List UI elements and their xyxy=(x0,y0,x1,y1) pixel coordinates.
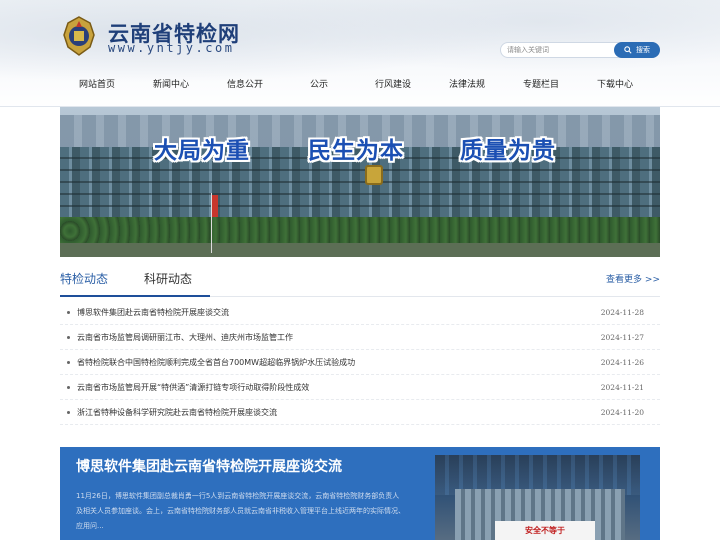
banner-ground xyxy=(60,243,660,257)
news-date: 2024-11-28 xyxy=(600,307,644,317)
nav-item-news[interactable]: 新闻中心 xyxy=(134,74,208,96)
tab-research-news[interactable]: 科研动态 xyxy=(144,270,192,287)
featured-news-title[interactable]: 博思软件集团赴云南省特检院开展座谈交流 xyxy=(76,456,342,476)
featured-news-image[interactable]: 安全不等于 xyxy=(435,455,640,540)
news-title[interactable]: 浙江省特种设备科学研究院赴云南省特检院开展座谈交流 xyxy=(77,407,277,418)
news-title[interactable]: 云南省市场监管局调研丽江市、大理州、迪庆州市场监管工作 xyxy=(77,332,293,343)
flag-icon xyxy=(212,195,218,217)
building-emblem-icon xyxy=(365,165,383,185)
featured-news[interactable]: 博思软件集团赴云南省特检院开展座谈交流 11月26日，博思软件集团副总裁肖勇一行… xyxy=(60,447,660,540)
news-date: 2024-11-20 xyxy=(600,407,644,417)
news-date: 2024-11-26 xyxy=(600,357,644,367)
bullet-icon xyxy=(67,361,70,364)
list-item[interactable]: 云南省市场监管局开展“特供酒”清源打链专项行动取得阶段性成效 2024-11-2… xyxy=(60,375,660,400)
list-item[interactable]: 博思软件集团赴云南省特检院开展座谈交流 2024-11-28 xyxy=(60,300,660,325)
active-tab-underline xyxy=(60,295,210,297)
nav-item-downloads[interactable]: 下载中心 xyxy=(578,74,652,96)
list-item[interactable]: 云南省市场监管局调研丽江市、大理州、迪庆州市场监管工作 2024-11-27 xyxy=(60,325,660,350)
nav-item-notice[interactable]: 公示 xyxy=(282,74,356,96)
logo-emblem-icon[interactable] xyxy=(60,15,98,57)
main-nav: 网站首页 新闻中心 信息公开 公示 行风建设 法律法规 专题栏目 下载中心 xyxy=(60,74,660,96)
hero-banner[interactable]: 大局为重 民生为本 质量为贵 xyxy=(60,107,660,257)
news-list: 博思软件集团赴云南省特检院开展座谈交流 2024-11-28 云南省市场监管局调… xyxy=(60,300,660,425)
search-input[interactable] xyxy=(507,43,607,57)
nav-item-disclosure[interactable]: 信息公开 xyxy=(208,74,282,96)
search-box: 搜索 xyxy=(500,42,660,58)
bullet-icon xyxy=(67,311,70,314)
search-button-label: 搜索 xyxy=(636,46,650,54)
banner-slogan-3: 质量为贵 xyxy=(460,138,556,164)
banner-slogan-1: 大局为重 xyxy=(154,138,250,164)
tab-inspection-news[interactable]: 特检动态 xyxy=(60,270,108,287)
list-item[interactable]: 省特检院联合中国特检院顺利完成全省首台700MW超超临界锅炉水压试验成功 202… xyxy=(60,350,660,375)
banner-slogan-2: 民生为本 xyxy=(308,138,404,164)
news-date: 2024-11-27 xyxy=(600,332,644,342)
search-button[interactable]: 搜索 xyxy=(614,42,660,58)
list-item[interactable]: 浙江省特种设备科学研究院赴云南省特检院开展座谈交流 2024-11-20 xyxy=(60,400,660,425)
nav-item-home[interactable]: 网站首页 xyxy=(60,74,134,96)
bullet-icon xyxy=(67,386,70,389)
nav-item-laws[interactable]: 法律法规 xyxy=(430,74,504,96)
news-title[interactable]: 云南省市场监管局开展“特供酒”清源打链专项行动取得阶段性成效 xyxy=(77,382,309,393)
news-date: 2024-11-21 xyxy=(600,382,644,392)
nav-item-topics[interactable]: 专题栏目 xyxy=(504,74,578,96)
site-header: 云南省特检网 www.yntjy.com 搜索 网站首页 新闻中心 信息公开 公… xyxy=(0,0,720,110)
featured-news-summary: 11月26日，博思软件集团副总裁肖勇一行5人到云南省特检院开展座谈交流，云南省特… xyxy=(76,492,405,530)
news-title[interactable]: 省特检院联合中国特检院顺利完成全省首台700MW超超临界锅炉水压试验成功 xyxy=(77,357,355,368)
image-sign: 安全不等于 xyxy=(495,521,595,540)
bullet-icon xyxy=(67,336,70,339)
news-tabs: 特检动态 科研动态 查看更多 >> xyxy=(60,268,660,298)
nav-item-conduct[interactable]: 行风建设 xyxy=(356,74,430,96)
bullet-icon xyxy=(67,411,70,414)
search-icon xyxy=(624,46,632,54)
news-title[interactable]: 博思软件集团赴云南省特检院开展座谈交流 xyxy=(77,307,229,318)
view-more-link[interactable]: 查看更多 >> xyxy=(606,272,660,285)
site-url: www.yntjy.com xyxy=(108,41,235,55)
